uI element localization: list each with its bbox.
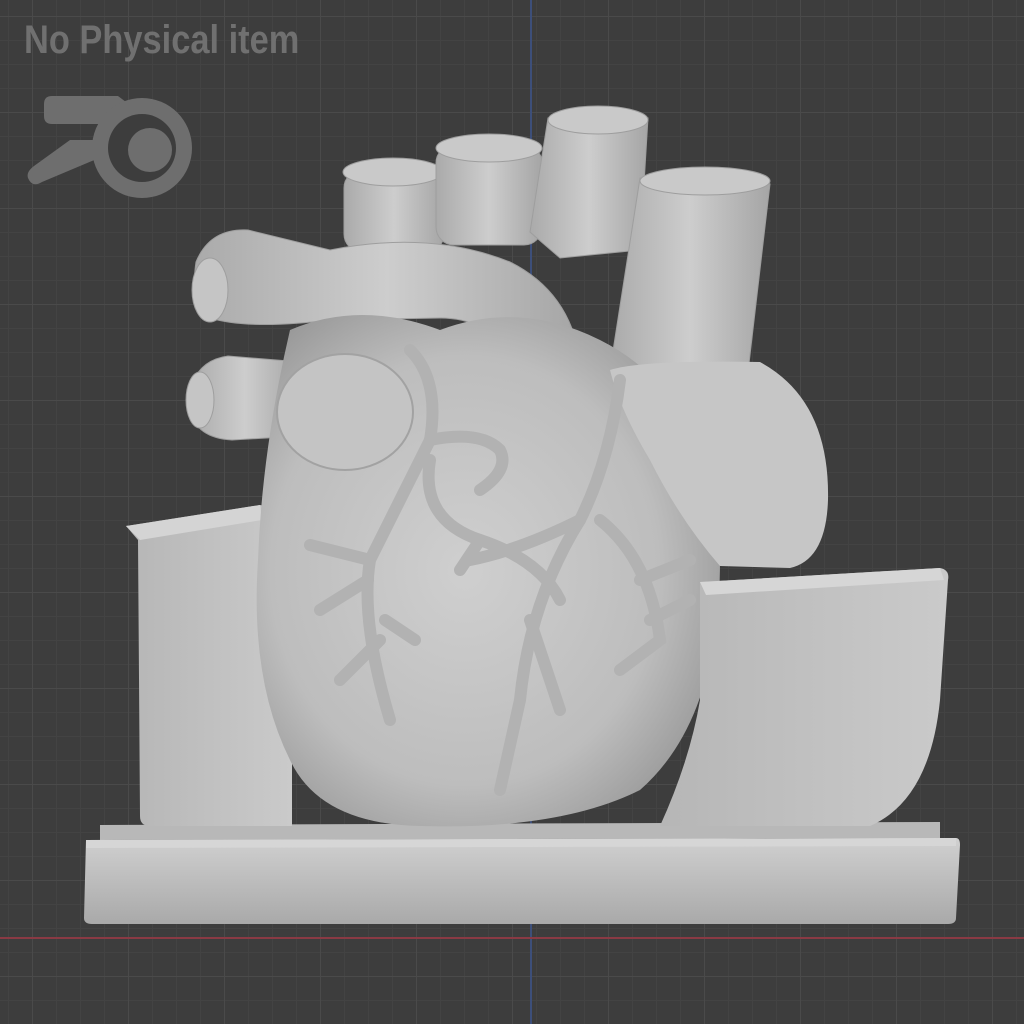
model-base	[84, 822, 960, 924]
heart-model[interactable]	[0, 0, 1024, 1024]
3d-viewport[interactable]: No Physical item	[0, 0, 1024, 1024]
right-panel	[660, 568, 949, 826]
